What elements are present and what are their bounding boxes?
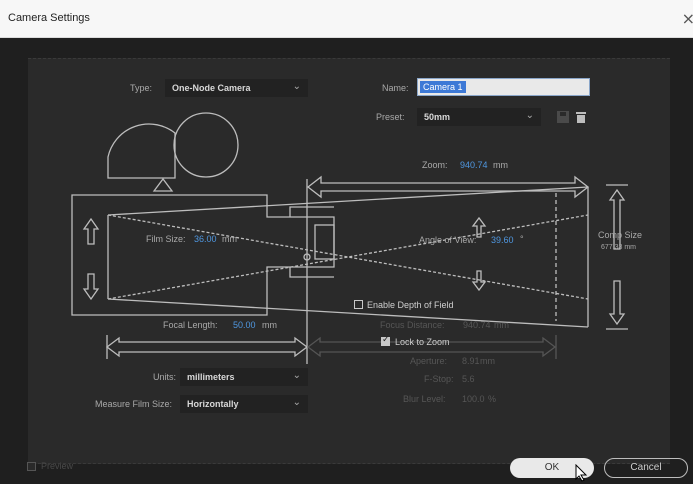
type-dropdown[interactable]: One-Node Camera ⌄ [165, 79, 308, 97]
close-icon[interactable]: × [682, 9, 693, 28]
zoom-value[interactable]: 940.74 [460, 160, 488, 170]
type-label: Type: [130, 83, 153, 93]
angle-of-view-value[interactable]: 39.60 [491, 235, 514, 245]
focus-distance-label: Focus Distance: [380, 320, 445, 330]
angle-of-view-unit: ° [520, 234, 524, 244]
preset-dropdown[interactable]: 50mm ⌄ [417, 108, 541, 126]
aperture-unit: mm [480, 356, 495, 366]
blur-level-value: 100.0 [462, 394, 485, 404]
preset-label: Preset: [376, 112, 405, 122]
aperture-value: 8.91 [462, 356, 480, 366]
blur-level-unit: % [488, 394, 497, 404]
focus-distance-unit: mm [494, 320, 509, 330]
depth-of-field-checkbox[interactable] [354, 300, 363, 309]
preview-label: Preview [41, 461, 74, 471]
units-label: Units: [153, 372, 177, 382]
film-arrow-up [82, 217, 100, 245]
fstop-label: F-Stop: [424, 374, 454, 384]
name-label: Name: [382, 83, 409, 93]
camera-settings-dialog: Type: One-Node Camera ⌄ Name: Camera 1 P… [0, 38, 693, 484]
preview-checkbox[interactable] [27, 462, 36, 471]
film-arrow-down [82, 273, 100, 301]
focal-length-unit: mm [262, 320, 277, 330]
comp-arrow-down [608, 280, 626, 326]
camera-triangle [152, 177, 174, 192]
zoom-arrow [306, 175, 590, 199]
units-dropdown[interactable]: millimeters ⌄ [180, 368, 308, 386]
measure-film-size-value: Horizontally [187, 399, 239, 409]
chevron-down-icon: ⌄ [292, 370, 301, 381]
comp-arrow-up [608, 188, 626, 250]
preset-value: 50mm [424, 112, 451, 122]
film-size-unit: mm [222, 234, 237, 244]
depth-of-field-label: Enable Depth of Field [367, 300, 454, 310]
zoom-label: Zoom: [422, 160, 448, 170]
focus-distance-value: 940.74 [463, 320, 491, 330]
chevron-down-icon: ⌄ [292, 81, 301, 92]
film-size-value[interactable]: 36.00 [194, 234, 217, 244]
camera-reel-left [107, 123, 176, 179]
zoom-unit: mm [493, 160, 508, 170]
mouse-cursor-icon [575, 464, 588, 482]
comp-size-value: 677.33 mm [601, 244, 637, 251]
fstop-value: 5.6 [462, 374, 475, 384]
film-size-label: Film Size: [146, 234, 186, 244]
lock-to-zoom-label: Lock to Zoom [395, 337, 450, 347]
angle-of-view-label: Angle of View: [419, 235, 477, 245]
focal-length-label: Focal Length: [163, 320, 218, 330]
name-input[interactable]: Camera 1 [417, 78, 590, 96]
camera-body [71, 194, 335, 316]
type-value: One-Node Camera [172, 83, 251, 93]
aperture-label: Aperture: [410, 356, 448, 366]
camera-reel-right [173, 112, 239, 178]
trash-icon[interactable] [574, 110, 588, 124]
focal-length-arrow [105, 336, 309, 358]
cancel-button[interactable]: Cancel [604, 458, 688, 478]
lock-to-zoom-checkbox[interactable] [381, 335, 390, 346]
chevron-down-icon: ⌄ [292, 397, 301, 408]
focal-length-value[interactable]: 50.00 [233, 320, 256, 330]
units-value: millimeters [187, 372, 235, 382]
chevron-down-icon: ⌄ [525, 110, 534, 121]
window-title: Camera Settings [8, 12, 90, 24]
measure-film-size-label: Measure Film Size: [95, 399, 173, 409]
blur-level-label: Blur Level: [403, 394, 446, 404]
comp-size-label: Comp Size [598, 230, 643, 240]
save-preset-icon[interactable] [556, 110, 570, 124]
measure-film-size-dropdown[interactable]: Horizontally ⌄ [180, 395, 308, 413]
name-value: Camera 1 [420, 81, 466, 93]
title-bar: Camera Settings × [0, 0, 693, 38]
